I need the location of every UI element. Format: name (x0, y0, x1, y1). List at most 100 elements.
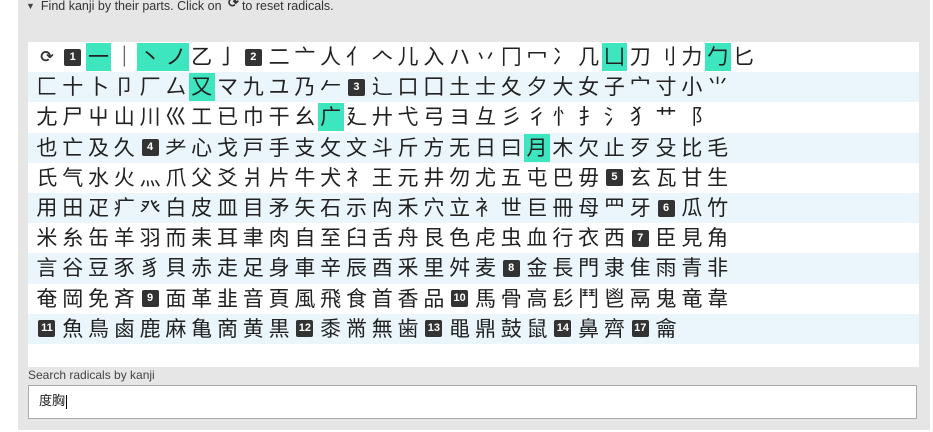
radical-button[interactable]: 龠 (653, 315, 679, 343)
radical-button[interactable]: 尸 (60, 103, 86, 131)
radical-button[interactable]: 瓦 (653, 164, 679, 192)
radical-button[interactable]: 力 (679, 43, 705, 71)
radical-button[interactable]: 冂 (498, 43, 524, 71)
radical-button[interactable]: 斤 (395, 134, 421, 162)
radical-button[interactable]: 鹵 (111, 315, 137, 343)
radical-button[interactable]: 斉 (111, 285, 137, 313)
radical-button[interactable]: 艮 (421, 224, 447, 252)
radical-button-selected[interactable]: 广 (317, 103, 344, 132)
radical-button[interactable]: 冊 (550, 194, 576, 222)
radical-button[interactable]: ⺹ (163, 134, 189, 162)
radical-button[interactable]: ⻌ (369, 73, 395, 101)
radical-button[interactable]: 西 (602, 224, 628, 252)
radical-button[interactable]: 爿 (240, 164, 266, 192)
radical-button[interactable]: 長 (550, 254, 576, 282)
radical-button[interactable]: 齊 (602, 315, 628, 343)
radical-button[interactable]: 青 (679, 254, 705, 282)
radical-button[interactable]: 匕 (731, 43, 757, 71)
radical-button[interactable]: 亀 (189, 315, 215, 343)
radical-button[interactable]: 足 (240, 254, 266, 282)
radical-button[interactable]: 竹 (705, 194, 731, 222)
radical-button[interactable]: 穴 (421, 194, 447, 222)
radical-button[interactable]: 子 (602, 73, 628, 101)
radical-button[interactable]: マ (215, 73, 241, 101)
radical-button[interactable]: 鼠 (524, 315, 550, 343)
radical-button[interactable]: 二 (266, 43, 292, 71)
radical-button[interactable]: 髟 (550, 285, 576, 313)
radical-button[interactable]: 自 (292, 224, 318, 252)
radical-button[interactable]: 井 (421, 164, 447, 192)
radical-button[interactable]: 見 (679, 224, 705, 252)
radical-button[interactable]: 免 (86, 285, 112, 313)
radical-button[interactable]: 衣 (576, 224, 602, 252)
radical-button-selected[interactable]: 一 (85, 43, 112, 72)
radical-button-selected[interactable]: ノ (162, 43, 189, 72)
radical-button[interactable]: ｜ (111, 43, 137, 71)
radical-button[interactable]: 車 (292, 254, 318, 282)
radical-button[interactable]: 至 (318, 224, 344, 252)
radical-button[interactable]: ⺭ (344, 164, 370, 192)
radical-button[interactable]: 豕 (111, 254, 137, 282)
radical-button[interactable]: 寸 (653, 73, 679, 101)
radical-button[interactable]: 無 (369, 315, 395, 343)
radical-button[interactable]: 示 (344, 194, 370, 222)
radical-button[interactable]: 已 (215, 103, 241, 131)
radical-button[interactable]: 金 (524, 254, 550, 282)
radical-button[interactable]: 缶 (86, 224, 112, 252)
radical-button[interactable]: 刀 (627, 43, 653, 71)
radical-finder-header[interactable]: ▼ Find kanji by their parts. Click on ⟳ to… (26, 0, 334, 16)
radical-button[interactable]: 瓜 (679, 194, 705, 222)
radical-button[interactable]: 鬲 (627, 285, 653, 313)
radical-button[interactable]: 支 (292, 134, 318, 162)
radical-button[interactable]: 聿 (240, 224, 266, 252)
radical-button[interactable]: ハ (447, 43, 473, 71)
radical-button[interactable]: 品 (421, 285, 447, 313)
radical-button[interactable]: 冫 (550, 43, 576, 71)
radical-button[interactable]: 屮 (86, 103, 112, 131)
radical-button[interactable]: 刂 (653, 43, 679, 71)
radical-button[interactable]: 甘 (679, 164, 705, 192)
radical-button[interactable]: 皿 (215, 194, 241, 222)
radical-button[interactable]: 矛 (266, 194, 292, 222)
radical-button[interactable]: 鳥 (86, 315, 112, 343)
radical-button[interactable]: 馬 (473, 285, 499, 313)
radical-button[interactable]: 彑 (473, 103, 499, 131)
radical-button[interactable]: 戸 (240, 134, 266, 162)
radical-button[interactable]: 屯 (524, 164, 550, 192)
radical-button[interactable]: 岡 (60, 285, 86, 313)
radical-button[interactable]: 鹿 (137, 315, 163, 343)
radical-button[interactable]: ⺖ (550, 103, 576, 131)
radical-button[interactable]: 气 (60, 164, 86, 192)
radical-button[interactable]: 干 (266, 103, 292, 131)
radical-button[interactable]: 角 (705, 224, 731, 252)
radical-button[interactable]: 羽 (137, 224, 163, 252)
radical-button[interactable]: 谷 (60, 254, 86, 282)
radical-button[interactable]: 而 (163, 224, 189, 252)
radical-button[interactable]: 耳 (215, 224, 241, 252)
radical-button[interactable]: 川 (137, 103, 163, 131)
radical-button[interactable]: 木 (550, 134, 576, 162)
radical-button[interactable]: 魚 (60, 315, 86, 343)
radical-button[interactable]: 尢 (34, 103, 60, 131)
radical-button[interactable]: 匚 (34, 73, 60, 101)
radical-button[interactable]: 鼻 (576, 315, 602, 343)
radical-button[interactable]: ⻏ (679, 103, 705, 131)
radical-button-selected[interactable]: 又 (188, 73, 215, 102)
radical-button[interactable]: 里 (421, 254, 447, 282)
radical-button[interactable]: 厂 (137, 73, 163, 101)
radical-button[interactable]: 弋 (395, 103, 421, 131)
radical-button[interactable]: 卜 (86, 73, 112, 101)
radical-button[interactable]: 癶 (137, 194, 163, 222)
radical-button[interactable]: 玄 (627, 164, 653, 192)
radical-button[interactable]: 士 (473, 73, 499, 101)
radical-button[interactable]: 勿 (447, 164, 473, 192)
radical-button[interactable]: 十 (60, 73, 86, 101)
radical-button[interactable]: 隶 (602, 254, 628, 282)
radical-button[interactable]: 飛 (318, 285, 344, 313)
radical-button[interactable]: 面 (163, 285, 189, 313)
radical-button[interactable]: 大 (550, 73, 576, 101)
radical-button[interactable]: 卩 (111, 73, 137, 101)
radical-button[interactable]: 白 (163, 194, 189, 222)
radical-button[interactable]: 父 (189, 164, 215, 192)
radical-button[interactable]: 貝 (163, 254, 189, 282)
